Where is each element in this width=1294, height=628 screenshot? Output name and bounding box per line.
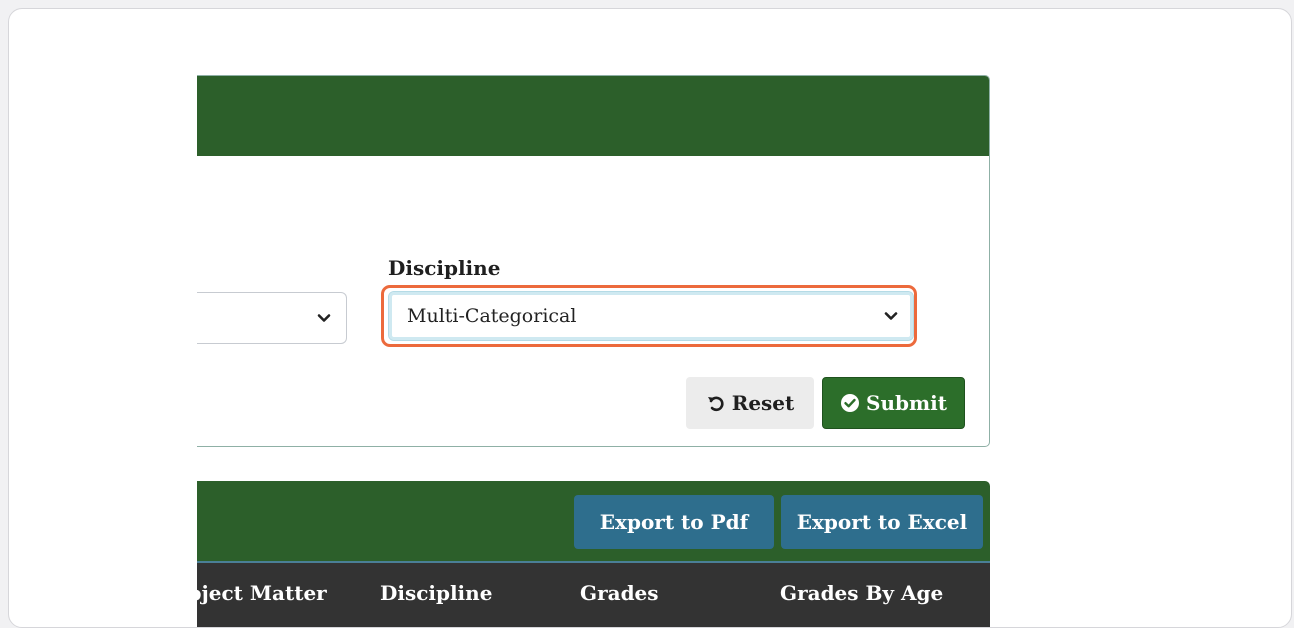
discipline-label: Discipline — [388, 256, 501, 280]
discipline-select-value: Multi-Categorical — [407, 305, 577, 327]
results-card: Export to Pdf Export to Excel ubject Mat… — [197, 481, 990, 627]
column-header-grades-by-age[interactable]: Grades By Age — [780, 581, 943, 605]
column-header-subject-matter[interactable]: ubject Matter — [197, 581, 327, 605]
column-header-grades[interactable]: Grades — [580, 581, 659, 605]
browser-frame: Discipline Multi-Categorical Reset Submi… — [8, 8, 1292, 628]
export-excel-button[interactable]: Export to Excel — [781, 495, 983, 549]
submit-button[interactable]: Submit — [822, 377, 965, 429]
column-header-discipline[interactable]: Discipline — [380, 581, 492, 605]
submit-button-label: Submit — [866, 391, 947, 415]
previous-filter-select[interactable] — [197, 292, 347, 344]
undo-icon — [707, 396, 724, 412]
results-table-header: ubject Matter Discipline Grades Grades B… — [197, 561, 990, 627]
reset-button-label: Reset — [731, 391, 795, 415]
export-pdf-button[interactable]: Export to Pdf — [574, 495, 774, 549]
discipline-select[interactable]: Multi-Categorical — [388, 291, 914, 341]
filter-card-header — [197, 76, 989, 156]
chevron-down-icon — [317, 314, 331, 322]
filter-card: Discipline Multi-Categorical Reset Submi… — [197, 75, 990, 447]
reset-button[interactable]: Reset — [686, 377, 814, 429]
check-circle-icon — [841, 394, 860, 412]
chevron-down-icon — [884, 312, 898, 320]
